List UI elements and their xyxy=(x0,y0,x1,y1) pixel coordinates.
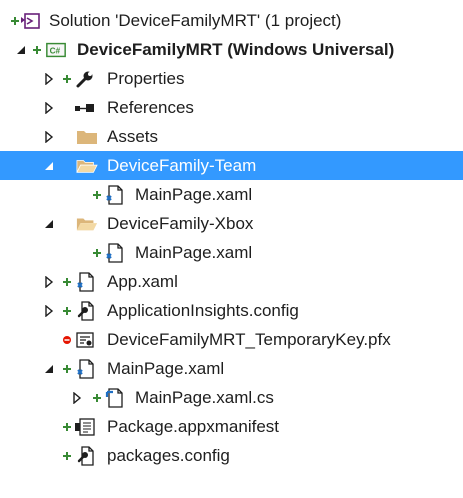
tree-item-label: ApplicationInsights.config xyxy=(107,301,299,320)
tree-item-label: MainPage.xaml.cs xyxy=(135,388,274,407)
tree-item-label: Package.appxmanifest xyxy=(107,417,279,436)
expanded-arrow-icon[interactable] xyxy=(14,35,28,64)
plus-badge-icon xyxy=(31,35,43,64)
tree-item-label: Solution 'DeviceFamilyMRT' (1 project) xyxy=(49,11,342,30)
tree-item-label: MainPage.xaml xyxy=(107,359,225,378)
open-folder-icon xyxy=(76,209,98,238)
tree-item-assets[interactable]: Assets xyxy=(0,122,463,151)
tree-item-xbox-mainpage-xaml[interactable]: MainPage.xaml xyxy=(0,238,463,267)
references-icon xyxy=(74,93,96,122)
tree-item-devicefamily-team[interactable]: DeviceFamily-Team xyxy=(0,151,463,180)
tree-item-team-mainpage-xaml[interactable]: MainPage.xaml xyxy=(0,180,463,209)
csharp-project-icon: C# xyxy=(45,35,67,64)
tree-item-project[interactable]: C# DeviceFamilyMRT (Windows Universal) xyxy=(0,35,463,64)
xaml-file-icon xyxy=(103,238,125,267)
svg-text:C#: C# xyxy=(50,46,61,55)
certificate-icon xyxy=(74,325,96,354)
expanded-arrow-icon[interactable] xyxy=(42,209,56,238)
tree-item-temporarykey-pfx[interactable]: DeviceFamilyMRT_TemporaryKey.pfx xyxy=(0,325,463,354)
collapsed-arrow-icon[interactable] xyxy=(42,64,56,93)
tree-item-packages-config[interactable]: packages.config xyxy=(0,441,463,470)
xaml-file-icon xyxy=(74,267,96,296)
collapsed-arrow-icon[interactable] xyxy=(42,122,56,151)
tree-item-label: Assets xyxy=(107,127,159,146)
plus-badge-icon xyxy=(61,354,73,383)
plus-badge-icon xyxy=(61,412,73,441)
tree-item-label: DeviceFamilyMRT_TemporaryKey.pfx xyxy=(107,330,391,349)
plus-badge-icon xyxy=(91,180,103,209)
plus-badge-icon xyxy=(61,64,73,93)
manifest-icon xyxy=(74,412,96,441)
tree-item-label: App.xaml xyxy=(107,272,178,291)
plus-badge-icon xyxy=(91,238,103,267)
wrench-icon xyxy=(74,64,96,93)
plus-badge-icon xyxy=(61,267,73,296)
tree-item-label: MainPage.xaml xyxy=(135,185,253,204)
tree-item-package-appxmanifest[interactable]: Package.appxmanifest xyxy=(0,412,463,441)
error-badge-icon xyxy=(61,325,73,354)
open-folder-icon xyxy=(76,151,98,180)
collapsed-arrow-icon[interactable] xyxy=(70,383,84,412)
solution-explorer-tree: Solution 'DeviceFamilyMRT' (1 project) C… xyxy=(0,0,463,498)
tree-item-properties[interactable]: Properties xyxy=(0,64,463,93)
tree-item-label: MainPage.xaml xyxy=(135,243,253,262)
xaml-file-icon xyxy=(74,354,96,383)
tree-item-applicationinsights-config[interactable]: ApplicationInsights.config xyxy=(0,296,463,325)
tree-item-label: DeviceFamily-Xbox xyxy=(107,214,254,233)
expanded-arrow-icon[interactable] xyxy=(42,151,56,180)
tree-item-references[interactable]: References xyxy=(0,93,463,122)
tree-item-label: References xyxy=(107,98,194,117)
tree-item-app-xaml[interactable]: App.xaml xyxy=(0,267,463,296)
csharp-file-icon xyxy=(103,383,125,412)
tree-item-label: packages.config xyxy=(107,446,230,465)
plus-badge-icon xyxy=(61,296,73,325)
plus-badge-icon xyxy=(91,383,103,412)
tree-item-devicefamily-xbox[interactable]: DeviceFamily-Xbox xyxy=(0,209,463,238)
tree-item-mainpage-xaml-cs[interactable]: MainPage.xaml.cs xyxy=(0,383,463,412)
tree-item-label: Properties xyxy=(107,69,185,88)
solution-icon xyxy=(19,6,41,35)
tree-item-label: DeviceFamilyMRT (Windows Universal) xyxy=(77,40,395,59)
tree-item-label: DeviceFamily-Team xyxy=(107,156,257,175)
folder-icon xyxy=(76,122,98,151)
collapsed-arrow-icon[interactable] xyxy=(42,93,56,122)
config-file-icon xyxy=(74,296,96,325)
plus-badge-icon xyxy=(61,441,73,470)
collapsed-arrow-icon[interactable] xyxy=(42,296,56,325)
collapsed-arrow-icon[interactable] xyxy=(42,267,56,296)
tree-item-solution[interactable]: Solution 'DeviceFamilyMRT' (1 project) xyxy=(0,6,463,35)
expanded-arrow-icon[interactable] xyxy=(42,354,56,383)
xaml-file-icon xyxy=(103,180,125,209)
config-file-icon xyxy=(74,441,96,470)
tree-item-mainpage-xaml[interactable]: MainPage.xaml xyxy=(0,354,463,383)
